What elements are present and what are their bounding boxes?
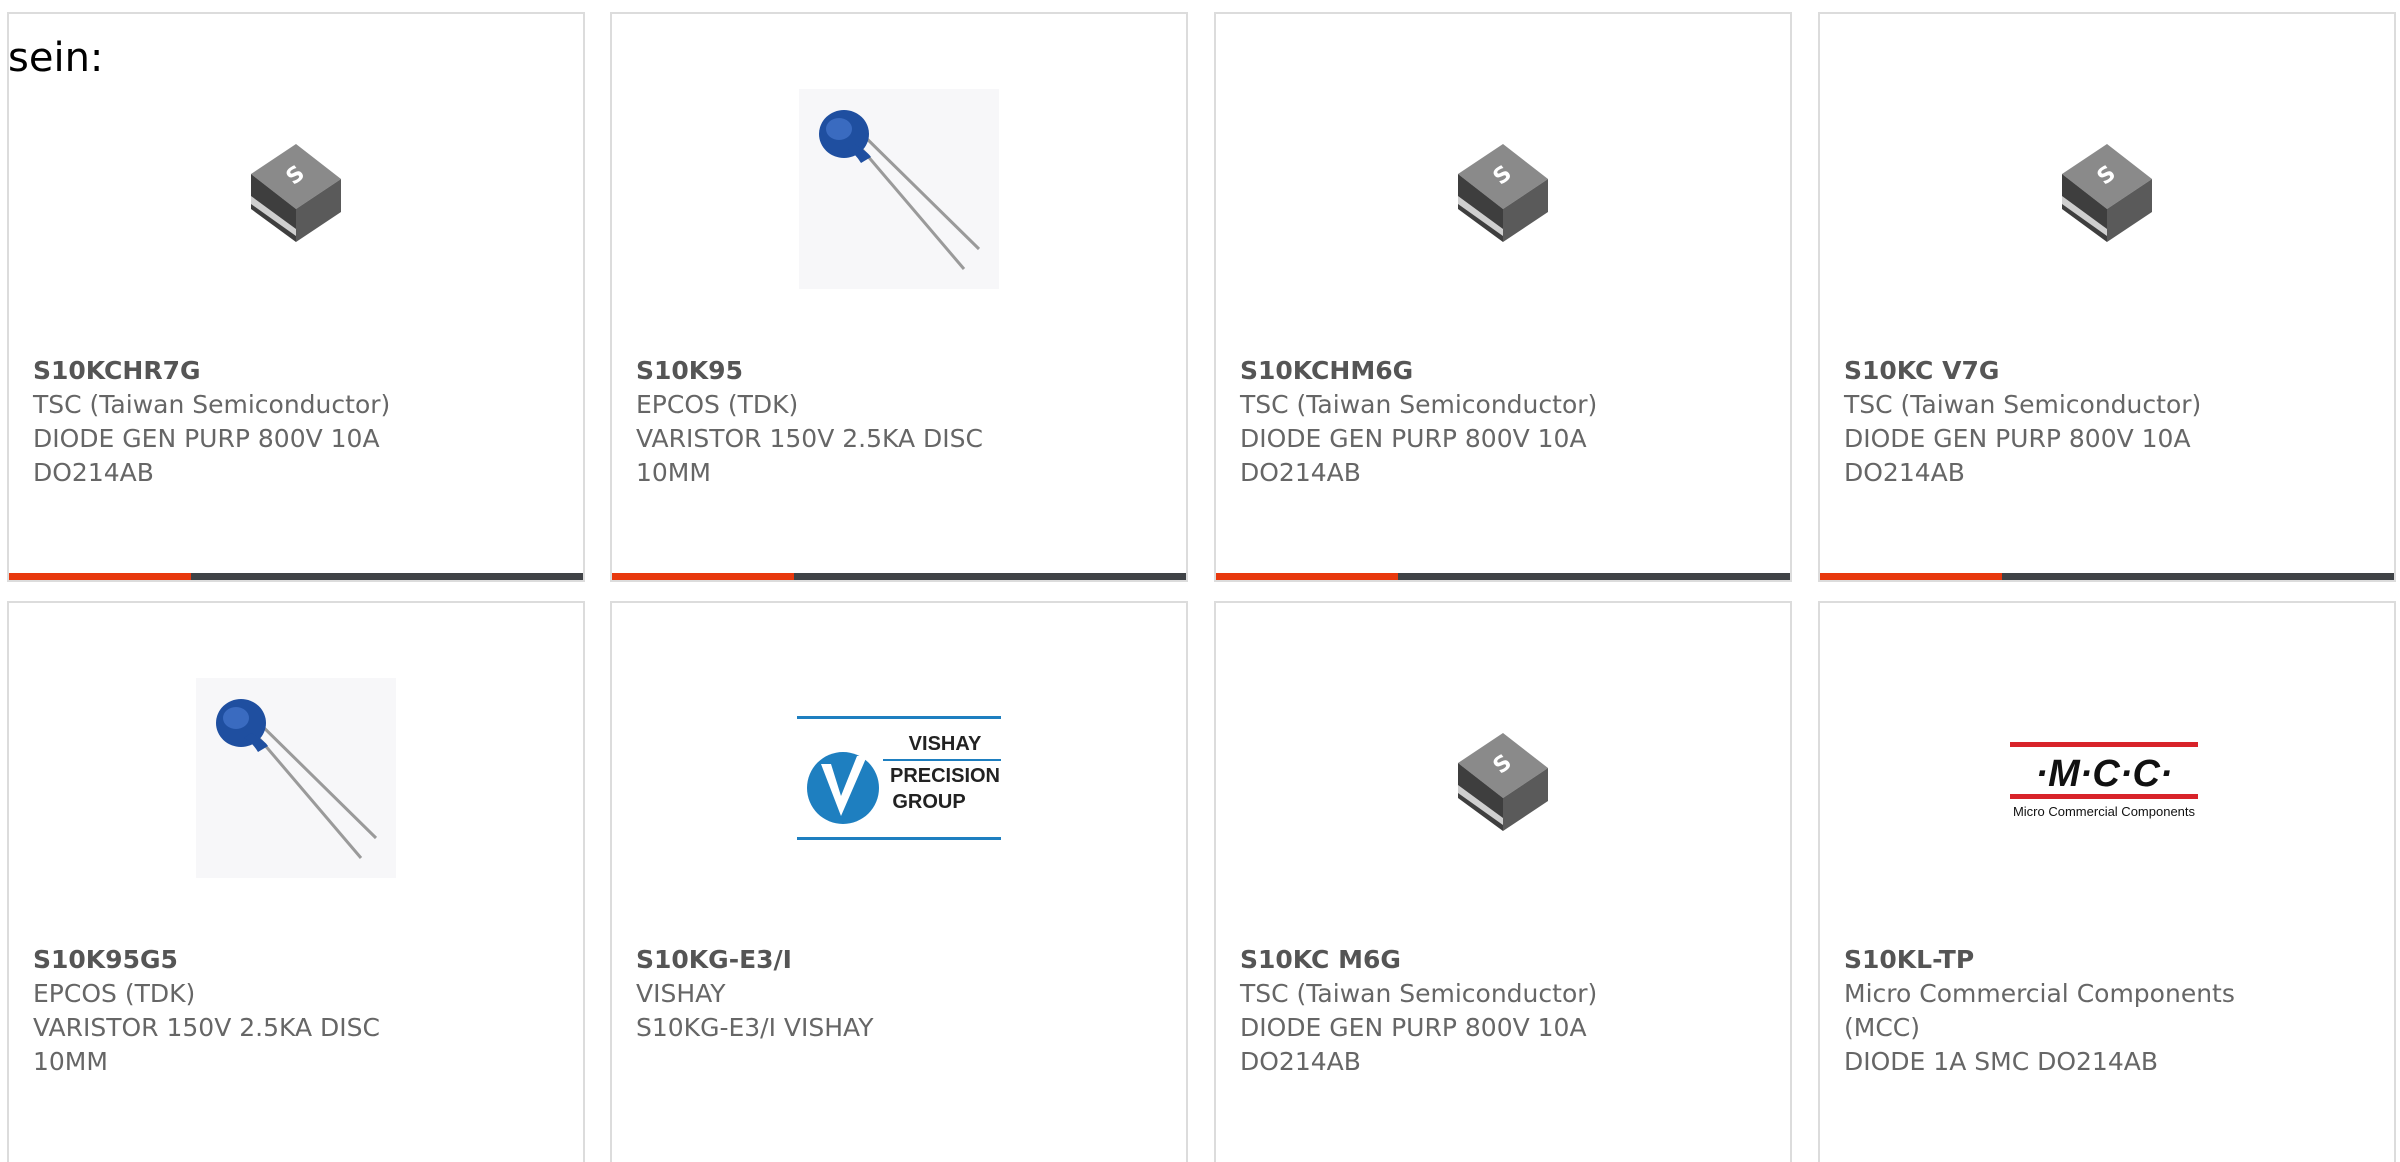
card-accent-bar <box>612 573 794 580</box>
part-number-link[interactable]: S10K95G5 <box>33 943 433 977</box>
vishay-precision-group-logo: VISHAY PRECISION GROUP <box>797 716 1001 840</box>
product-info: S10KCHM6G TSC (Taiwan Semiconductor) DIO… <box>1240 354 1640 490</box>
card-footer-bar <box>612 573 1186 580</box>
product-card-s10kchm6g[interactable]: S S10KCHM6G TSC (Taiwan Semiconductor) D… <box>1214 12 1792 582</box>
smd-diode-package-icon: S <box>1458 144 1548 242</box>
product-image: S <box>9 64 583 314</box>
description: DIODE 1A SMC DO214AB <box>1844 1047 2158 1076</box>
part-number-link[interactable]: S10KCHM6G <box>1240 354 1640 388</box>
smd-diode-package-icon: S <box>2062 144 2152 242</box>
smd-diode-package-icon: S <box>1458 733 1548 831</box>
product-card-s10k95g5[interactable]: S10K95G5 EPCOS (TDK) VARISTOR 150V 2.5KA… <box>7 601 585 1162</box>
disc-varistor-icon <box>196 678 396 878</box>
part-number-link[interactable]: S10K95 <box>636 354 1036 388</box>
disc-varistor-icon <box>799 89 999 289</box>
card-accent-bar <box>1216 573 1398 580</box>
package: DO214AB <box>1844 458 1965 487</box>
product-info: S10K95G5 EPCOS (TDK) VARISTOR 150V 2.5KA… <box>33 943 433 1079</box>
part-number-link[interactable]: S10KL-TP <box>1844 943 2244 977</box>
description: DIODE GEN PURP 800V 10A <box>1240 424 1587 453</box>
mcc-logo: ·M·C·C· Micro Commercial Components <box>2010 742 2198 819</box>
product-image: ·M·C·C· Micro Commercial Components <box>1820 653 2394 903</box>
description: DIODE GEN PURP 800V 10A <box>1844 424 2191 453</box>
product-card-s10kchr7g[interactable]: S S10KCHR7G TSC (Taiwan Semiconductor) D… <box>7 12 585 582</box>
product-image: S <box>1216 653 1790 903</box>
product-card-s10kc-v7g[interactable]: S S10KC V7G TSC (Taiwan Semiconductor) D… <box>1818 12 2396 582</box>
product-card-s10k95[interactable]: S10K95 EPCOS (TDK) VARISTOR 150V 2.5KA D… <box>610 12 1188 582</box>
manufacturer: TSC (Taiwan Semiconductor) <box>33 390 391 419</box>
part-number-link[interactable]: S10KC M6G <box>1240 943 1640 977</box>
product-info: S10KCHR7G TSC (Taiwan Semiconductor) DIO… <box>33 354 433 490</box>
part-number-link[interactable]: S10KG-E3/I <box>636 943 1036 977</box>
card-accent-bar <box>1820 573 2002 580</box>
manufacturer: TSC (Taiwan Semiconductor) <box>1240 979 1598 1008</box>
product-image: S <box>1216 64 1790 314</box>
logo-line-3: GROUP <box>892 791 965 813</box>
package: DO214AB <box>1240 458 1361 487</box>
product-grid: S S10KCHR7G TSC (Taiwan Semiconductor) D… <box>0 0 2400 1162</box>
product-card-s10kc-m6g[interactable]: S S10KC M6G TSC (Taiwan Semiconductor) D… <box>1214 601 1792 1162</box>
package: DO214AB <box>1240 1047 1361 1076</box>
smd-diode-package-icon: S <box>251 144 341 242</box>
package: 10MM <box>636 458 711 487</box>
product-info: S10KL-TP Micro Commercial Components (MC… <box>1844 943 2244 1079</box>
product-info: S10KG-E3/I VISHAY S10KG-E3/I VISHAY <box>636 943 1036 1045</box>
package: DO214AB <box>33 458 154 487</box>
logo-line-1: VISHAY <box>909 733 982 755</box>
description: S10KG-E3/I VISHAY <box>636 1013 874 1042</box>
page: sein: S S10KCHR7G TSC (Taiwan Semiconduc… <box>0 0 2400 1162</box>
card-footer-bar <box>1216 573 1790 580</box>
logo-line-2: PRECISION <box>890 765 1000 787</box>
mcc-logo-main: ·M·C·C· <box>2035 753 2172 795</box>
product-image: VISHAY PRECISION GROUP <box>612 653 1186 903</box>
card-footer-bar <box>9 573 583 580</box>
product-image <box>9 653 583 903</box>
description: VARISTOR 150V 2.5KA DISC <box>33 1013 380 1042</box>
product-image <box>612 64 1186 314</box>
manufacturer: EPCOS (TDK) <box>33 979 196 1008</box>
part-number-link[interactable]: S10KC V7G <box>1844 354 2244 388</box>
mcc-logo-sub: Micro Commercial Components <box>2013 804 2196 819</box>
intro-text: sein: <box>8 35 104 81</box>
card-accent-bar <box>9 573 191 580</box>
part-number-link[interactable]: S10KCHR7G <box>33 354 433 388</box>
product-info: S10KC M6G TSC (Taiwan Semiconductor) DIO… <box>1240 943 1640 1079</box>
product-card-s10kg-e3-i[interactable]: VISHAY PRECISION GROUP S10KG-E3/I VISHAY… <box>610 601 1188 1162</box>
manufacturer: Micro Commercial Components <box>1844 979 2235 1008</box>
product-card-s10kl-tp[interactable]: ·M·C·C· Micro Commercial Components S10K… <box>1818 601 2396 1162</box>
package: 10MM <box>33 1047 108 1076</box>
product-image: S <box>1820 64 2394 314</box>
product-info: S10K95 EPCOS (TDK) VARISTOR 150V 2.5KA D… <box>636 354 1036 490</box>
description: VARISTOR 150V 2.5KA DISC <box>636 424 983 453</box>
manufacturer: TSC (Taiwan Semiconductor) <box>1240 390 1598 419</box>
manufacturer: VISHAY <box>636 979 726 1008</box>
description: DIODE GEN PURP 800V 10A <box>33 424 380 453</box>
manufacturer: EPCOS (TDK) <box>636 390 799 419</box>
manufacturer: TSC (Taiwan Semiconductor) <box>1844 390 2202 419</box>
card-footer-bar <box>1820 573 2394 580</box>
product-info: S10KC V7G TSC (Taiwan Semiconductor) DIO… <box>1844 354 2244 490</box>
manufacturer-abbrev: (MCC) <box>1844 1013 1920 1042</box>
description: DIODE GEN PURP 800V 10A <box>1240 1013 1587 1042</box>
